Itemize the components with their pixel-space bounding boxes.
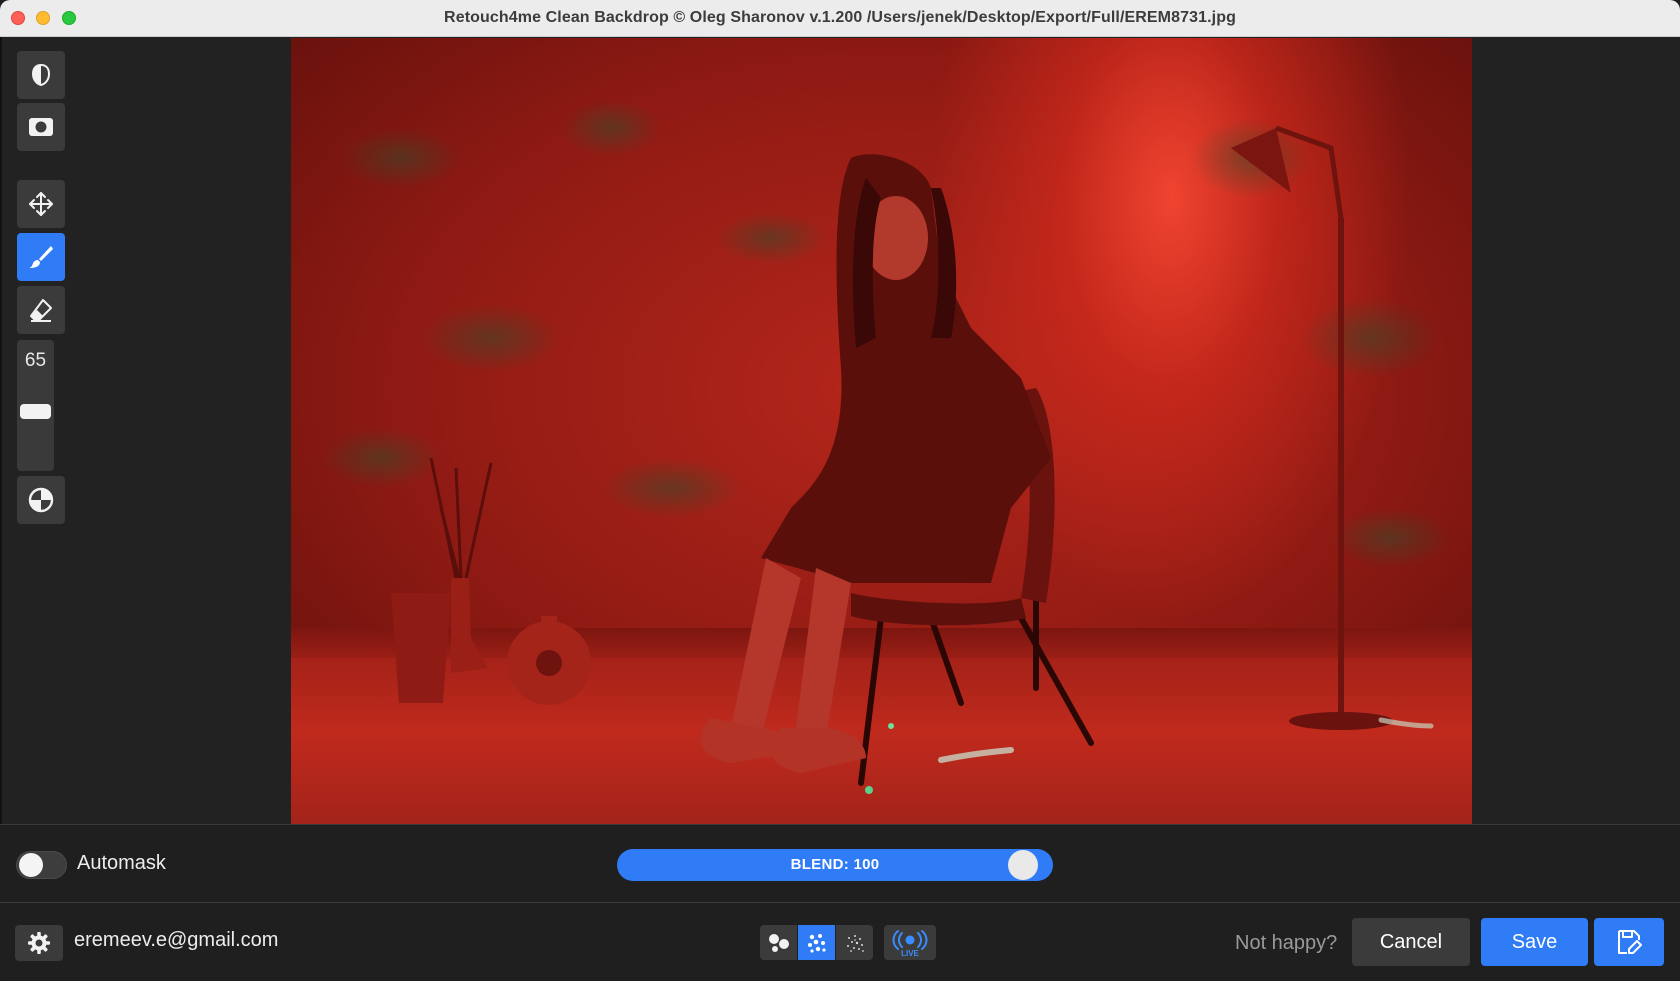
brush-size-slider[interactable]: 65	[17, 340, 54, 471]
live-broadcast-icon: LIVE	[892, 929, 928, 957]
save-button[interactable]: Save	[1481, 918, 1588, 966]
mode-small-spots-button[interactable]	[836, 925, 873, 960]
eraser-icon	[30, 299, 52, 322]
mode-large-spots-button[interactable]	[760, 925, 797, 960]
account-email: eremeev.e@gmail.com	[74, 929, 279, 951]
app-window: Retouch4me Clean Backdrop © Oleg Sharono…	[0, 0, 1680, 981]
settings-button[interactable]	[15, 925, 63, 961]
title-bar: Retouch4me Clean Backdrop © Oleg Sharono…	[0, 0, 1680, 37]
compare-tool-button[interactable]	[17, 476, 65, 524]
move-tool-button[interactable]	[17, 180, 65, 228]
mask-rect-icon	[29, 118, 53, 136]
photo-preview[interactable]	[291, 38, 1472, 824]
medium-spots-icon	[807, 933, 826, 953]
floor-specks	[865, 717, 1434, 794]
half-shield-icon	[31, 63, 51, 87]
not-happy-link[interactable]: Not happy?	[1235, 932, 1337, 955]
window-title: Retouch4me Clean Backdrop © Oleg Sharono…	[444, 9, 1236, 26]
live-preview-button[interactable]: LIVE	[884, 925, 936, 960]
automask-label: Automask	[77, 852, 166, 874]
vases	[391, 457, 591, 705]
blend-slider[interactable]: BLEND: 100	[617, 849, 1053, 881]
live-label: LIVE	[901, 949, 919, 957]
divider-top	[0, 824, 1680, 825]
small-spots-icon	[846, 934, 864, 952]
large-spots-icon	[768, 933, 789, 952]
floor-lamp	[1231, 125, 1393, 730]
brush-icon	[30, 246, 53, 268]
cancel-button[interactable]: Cancel	[1352, 918, 1470, 966]
workspace: 65	[0, 37, 1680, 824]
save-edit-icon	[1618, 930, 1642, 954]
save-as-button[interactable]	[1594, 918, 1664, 966]
blend-label: BLEND: 100	[790, 856, 880, 873]
brush-size-value: 65	[24, 350, 47, 371]
gear-icon	[28, 932, 50, 954]
automask-toggle-knob	[19, 853, 43, 877]
mode-medium-spots-button[interactable]	[798, 925, 835, 960]
brush-size-thumb[interactable]	[20, 404, 51, 419]
show-mask-tool-button[interactable]	[17, 103, 65, 151]
split-circle-icon	[28, 487, 54, 513]
photo-scene	[321, 100, 1451, 794]
brush-tool-button[interactable]	[17, 233, 65, 281]
eraser-tool-button[interactable]	[17, 286, 65, 334]
divider-bottom	[0, 902, 1680, 903]
blend-slider-thumb[interactable]	[1008, 850, 1038, 880]
automask-toggle[interactable]	[16, 851, 67, 879]
move-arrows-icon	[29, 192, 53, 216]
mask-overlay-tool-button[interactable]	[17, 51, 65, 99]
